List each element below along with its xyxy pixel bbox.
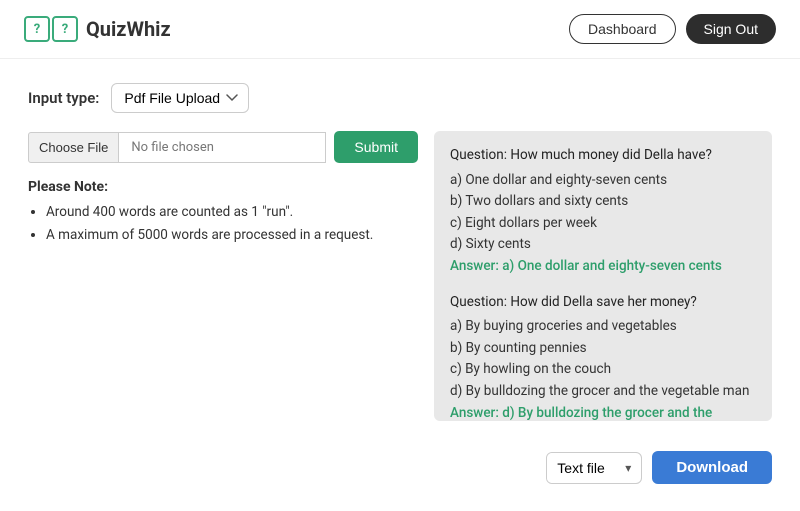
note-item-1: Around 400 words are counted as 1 "run". [46, 201, 418, 224]
header-nav: Dashboard Sign Out [569, 14, 776, 44]
format-select-wrapper[interactable]: Text file PDF Word ▾ [546, 452, 642, 484]
choose-file-button[interactable]: Choose File [28, 132, 119, 163]
signout-button[interactable]: Sign Out [686, 14, 776, 44]
please-note-list: Around 400 words are counted as 1 "run".… [28, 201, 418, 247]
download-button[interactable]: Download [652, 451, 772, 484]
logo-box-1: ? [24, 16, 50, 42]
dashboard-button[interactable]: Dashboard [569, 14, 676, 44]
file-upload-row: Choose File No file chosen Submit [28, 131, 418, 163]
chevron-down-icon: ▾ [615, 461, 641, 475]
logo-text: QuizWhiz [86, 17, 171, 41]
option-1c: c) Eight dollars per week [450, 213, 756, 235]
format-select[interactable]: Text file PDF Word [547, 453, 615, 483]
left-panel: Choose File No file chosen Submit Please… [28, 131, 418, 421]
please-note: Please Note: Around 400 words are counte… [28, 179, 418, 247]
input-type-label: Input type: [28, 89, 99, 107]
question-text-2: Question: How did Della save her money? [450, 292, 756, 314]
please-note-heading: Please Note: [28, 179, 418, 195]
question-block-1: Question: How much money did Della have?… [450, 145, 756, 278]
submit-button[interactable]: Submit [334, 131, 418, 163]
bottom-bar: Text file PDF Word ▾ Download [0, 437, 800, 484]
main-content: Input type: Pdf File Upload Text Input U… [0, 59, 800, 437]
no-file-text: No file chosen [119, 132, 326, 163]
header: ? ? QuizWhiz Dashboard Sign Out [0, 0, 800, 59]
answer-text-2: Answer: d) By bulldozing the grocer and … [450, 403, 756, 421]
option-2a: a) By buying groceries and vegetables [450, 316, 756, 338]
input-type-select[interactable]: Pdf File Upload Text Input URL [111, 83, 249, 113]
input-type-row: Input type: Pdf File Upload Text Input U… [28, 83, 772, 113]
note-item-2: A maximum of 5000 words are processed in… [46, 224, 418, 247]
quiz-output-panel[interactable]: Question: How much money did Della have?… [434, 131, 772, 421]
question-text-1: Question: How much money did Della have? [450, 145, 756, 167]
logo: ? ? QuizWhiz [24, 16, 171, 42]
option-2c: c) By howling on the couch [450, 359, 756, 381]
content-area: Choose File No file chosen Submit Please… [28, 131, 772, 421]
option-1d: d) Sixty cents [450, 234, 756, 256]
option-2b: b) By counting pennies [450, 338, 756, 360]
option-1a: a) One dollar and eighty-seven cents [450, 170, 756, 192]
option-2d: d) By bulldozing the grocer and the vege… [450, 381, 756, 403]
option-1b: b) Two dollars and sixty cents [450, 191, 756, 213]
answer-text-1: Answer: a) One dollar and eighty-seven c… [450, 256, 756, 278]
logo-box-2: ? [52, 16, 78, 42]
question-block-2: Question: How did Della save her money? … [450, 292, 756, 421]
logo-icon: ? ? [24, 16, 78, 42]
